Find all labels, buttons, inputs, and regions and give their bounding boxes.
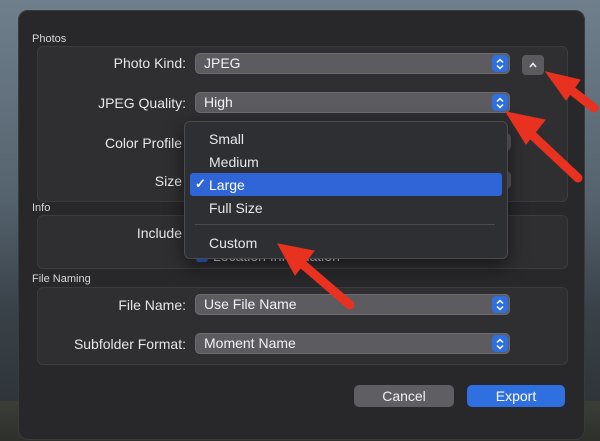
jpeg-quality-select[interactable]: High bbox=[195, 92, 510, 113]
chevron-up-icon bbox=[529, 62, 537, 68]
cancel-button[interactable]: Cancel bbox=[354, 385, 454, 407]
photo-kind-select[interactable]: JPEG bbox=[195, 53, 510, 74]
collapse-options-button[interactable] bbox=[522, 55, 544, 75]
subfolder-format-label: Subfolder Format: bbox=[73, 336, 186, 352]
menu-item-custom[interactable]: Custom bbox=[190, 231, 502, 254]
menu-item-small[interactable]: Small bbox=[190, 127, 502, 150]
color-profile-label: Color Profile bbox=[104, 135, 182, 151]
size-dropdown-menu: Small Medium ✓ Large Full Size Custom bbox=[184, 121, 508, 259]
jpeg-quality-label: JPEG Quality: bbox=[98, 95, 186, 111]
section-title-info: Info bbox=[32, 202, 51, 214]
jpeg-quality-value: High bbox=[204, 94, 233, 110]
file-name-label: File Name: bbox=[118, 297, 186, 313]
up-down-chevrons-icon bbox=[492, 335, 508, 352]
section-title-photos: Photos bbox=[32, 33, 67, 45]
up-down-chevrons-icon bbox=[492, 296, 508, 313]
file-name-value: Use File Name bbox=[204, 296, 297, 312]
section-title-file-naming: File Naming bbox=[32, 273, 91, 285]
up-down-chevrons-icon bbox=[492, 55, 508, 72]
size-label: Size bbox=[154, 173, 182, 189]
checkmark-icon: ✓ bbox=[195, 176, 206, 191]
export-button[interactable]: Export bbox=[467, 385, 565, 407]
subfolder-format-select[interactable]: Moment Name bbox=[195, 333, 510, 354]
menu-separator bbox=[195, 224, 495, 225]
photo-kind-value: JPEG bbox=[204, 55, 241, 71]
menu-item-full-size[interactable]: Full Size bbox=[190, 196, 502, 219]
menu-item-large[interactable]: ✓ Large bbox=[190, 173, 502, 196]
subfolder-format-value: Moment Name bbox=[204, 335, 296, 351]
include-label: Include bbox=[136, 225, 182, 241]
photo-kind-label: Photo Kind: bbox=[113, 55, 186, 71]
up-down-chevrons-icon bbox=[492, 94, 508, 111]
file-name-select[interactable]: Use File Name bbox=[195, 294, 510, 315]
menu-item-medium[interactable]: Medium bbox=[190, 150, 502, 173]
